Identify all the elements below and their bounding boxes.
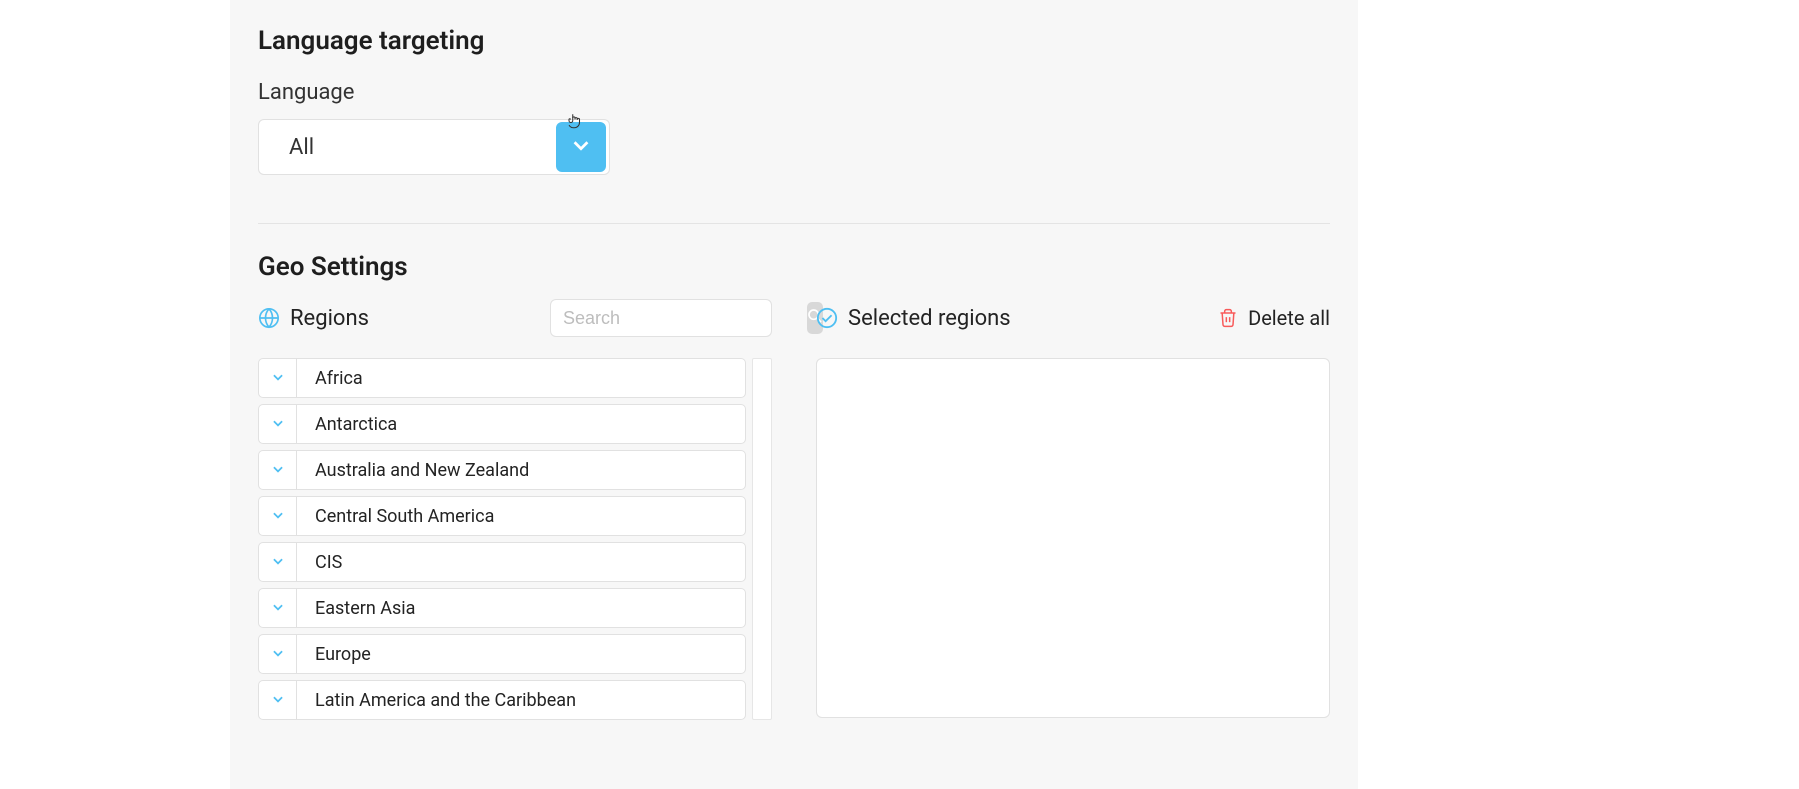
region-search[interactable] [550,299,772,337]
region-item[interactable]: Europe [258,634,746,674]
regions-column: Regions Africa Antarctica Australia and Ne… [258,298,772,720]
selected-regions-column: Selected regions Delete all [816,298,1330,720]
region-label: Australia and New Zealand [297,451,745,489]
region-expand-toggle[interactable] [259,359,297,397]
region-label: Latin America and the Caribbean [297,681,745,719]
region-label: Central South America [297,497,745,535]
region-item[interactable]: Africa [258,358,746,398]
region-item[interactable]: Latin America and the Caribbean [258,680,746,720]
chevron-down-icon [271,553,285,572]
region-list: Africa Antarctica Australia and New Zealan… [258,358,746,720]
chevron-down-icon [271,691,285,710]
delete-all-label: Delete all [1248,306,1330,330]
region-label: CIS [297,543,745,581]
chevron-down-icon [271,645,285,664]
region-search-input[interactable] [551,308,807,329]
region-list-scrollbar[interactable] [752,358,772,720]
region-expand-toggle[interactable] [259,451,297,489]
chevron-down-icon [271,461,285,480]
selected-regions-box [816,358,1330,718]
delete-all-button[interactable]: Delete all [1218,306,1330,330]
chevron-down-icon [271,415,285,434]
language-dropdown-toggle[interactable] [556,122,606,172]
region-expand-toggle[interactable] [259,589,297,627]
region-expand-toggle[interactable] [259,497,297,535]
region-expand-toggle[interactable] [259,543,297,581]
language-targeting-title: Language targeting [230,0,1358,56]
region-item[interactable]: Central South America [258,496,746,536]
language-dropdown[interactable]: All [258,119,610,175]
language-dropdown-value: All [259,135,556,160]
chevron-down-icon [271,369,285,388]
settings-panel: Language targeting Language All Geo Sett… [230,0,1358,789]
region-label: Antarctica [297,405,745,443]
region-expand-toggle[interactable] [259,635,297,673]
regions-label: Regions [290,306,369,331]
region-expand-toggle[interactable] [259,405,297,443]
check-circle-icon [816,307,838,329]
region-item[interactable]: Australia and New Zealand [258,450,746,490]
globe-icon [258,307,280,329]
chevron-down-icon [271,507,285,526]
region-item[interactable]: Eastern Asia [258,588,746,628]
chevron-down-icon [271,599,285,618]
geo-settings-title: Geo Settings [230,224,1358,282]
region-label: Eastern Asia [297,589,745,627]
region-item[interactable]: Antarctica [258,404,746,444]
trash-icon [1218,308,1238,328]
selected-regions-label: Selected regions [848,306,1011,331]
region-label: Europe [297,635,745,673]
region-item[interactable]: CIS [258,542,746,582]
region-expand-toggle[interactable] [259,681,297,719]
chevron-down-icon [570,134,592,160]
region-label: Africa [297,359,745,397]
language-field-label: Language [230,56,1358,105]
